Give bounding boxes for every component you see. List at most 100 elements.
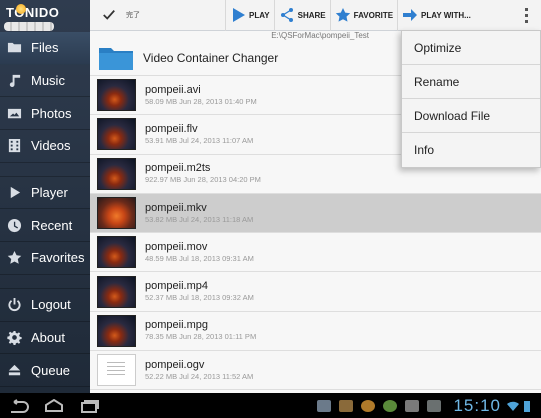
file-name: pompeii.mpg xyxy=(145,319,208,332)
file-info: 52.22 MB Jul 24, 2013 11:52 AM xyxy=(145,371,254,381)
video-thumbnail xyxy=(97,79,136,112)
logo-text: TONIDO xyxy=(6,5,60,20)
file-name: pompeii.avi xyxy=(145,83,201,96)
action-bar: 完了 PLAY SHARE FAVORITE PLAY WITH... xyxy=(90,0,541,31)
file-info: 58.09 MB Jun 28, 2013 01:40 PM xyxy=(145,96,257,106)
sidebar-item-label: Files xyxy=(31,40,59,56)
folder-icon xyxy=(6,40,22,56)
file-row[interactable]: pompeii.mp4 52.37 MB Jul 18, 2013 09:32 A… xyxy=(90,272,541,312)
overflow-dots-icon xyxy=(524,6,528,24)
checkmark-icon xyxy=(103,10,115,20)
share-icon xyxy=(280,8,293,22)
file-row[interactable]: pompeii.mpg 78.35 MB Jun 28, 2013 01:11 P… xyxy=(90,312,541,352)
favorite-button[interactable]: FAVORITE xyxy=(329,0,397,31)
music-icon xyxy=(6,73,22,89)
sidebar-item-files[interactable]: Files xyxy=(0,32,90,65)
masked-username xyxy=(4,22,54,31)
menu-item-optimize[interactable]: Optimize xyxy=(402,31,540,65)
recent-icon xyxy=(6,217,22,233)
overflow-menu-button[interactable] xyxy=(511,0,541,31)
video-thumbnail xyxy=(97,314,136,347)
sidebar-item-about[interactable]: About xyxy=(0,322,90,355)
sidebar-item-label: Music xyxy=(31,73,65,89)
power-icon xyxy=(6,297,22,313)
sd-card-icon xyxy=(427,399,442,412)
menu-item-info[interactable]: Info xyxy=(402,133,540,167)
sidebar-item-logout[interactable]: Logout xyxy=(0,289,90,322)
player-icon xyxy=(6,185,22,201)
logo-sun-icon xyxy=(16,4,26,14)
favorite-label: FAVORITE xyxy=(353,10,394,20)
arrow-right-icon xyxy=(403,9,418,21)
file-row[interactable]: pompeii.mov 48.59 MB Jul 18, 2013 09:31 A… xyxy=(90,233,541,273)
folder-label: Video Container Changer xyxy=(143,50,279,65)
done-button[interactable]: 完了 xyxy=(90,8,225,22)
file-info: 922.97 MB Jun 28, 2013 04:20 PM xyxy=(145,175,261,185)
video-thumbnail xyxy=(97,197,136,230)
file-info: 52.37 MB Jul 18, 2013 09:32 AM xyxy=(145,293,254,303)
clock: 15:10 xyxy=(453,395,501,415)
sidebar-item-music[interactable]: Music xyxy=(0,65,90,98)
sidebar-item-recent[interactable]: Recent xyxy=(0,209,90,243)
sidebar-item-favorites[interactable]: Favorites xyxy=(0,242,90,275)
file-info: 53.91 MB Jul 24, 2013 11:07 AM xyxy=(145,135,254,145)
sidebar-item-label: Queue xyxy=(31,362,71,378)
sidebar-item-player[interactable]: Player xyxy=(0,177,90,210)
overflow-popup-menu: Optimize Rename Download File Info xyxy=(401,30,541,168)
photos-icon xyxy=(6,105,22,121)
sidebar-item-photos[interactable]: Photos xyxy=(0,97,90,131)
queue-icon xyxy=(6,362,22,378)
sidebar-item-label: About xyxy=(31,329,65,345)
file-row-selected[interactable]: pompeii.mkv 53.82 MB Jul 24, 2013 11:18 A… xyxy=(90,193,541,234)
video-thumbnail xyxy=(97,236,136,269)
android-icon xyxy=(383,399,398,412)
gallery-icon xyxy=(339,399,354,412)
file-name: pompeii.mkv xyxy=(145,201,207,214)
play-icon xyxy=(233,8,245,22)
play-with-label: PLAY WITH... xyxy=(421,10,471,20)
sidebar-item-videos[interactable]: Videos xyxy=(0,130,90,163)
sidebar-divider xyxy=(0,163,90,177)
battery-icon xyxy=(524,400,530,412)
menu-item-rename[interactable]: Rename xyxy=(402,65,540,99)
recent-apps-icon xyxy=(81,399,99,413)
sidebar-item-label: Videos xyxy=(31,138,71,154)
file-name: pompeii.flv xyxy=(145,122,198,135)
video-thumbnail xyxy=(97,157,136,190)
file-info: 53.82 MB Jul 24, 2013 11:18 AM xyxy=(145,214,254,224)
done-label: 完了 xyxy=(126,12,140,19)
screenshot-icon xyxy=(317,399,332,412)
home-button[interactable] xyxy=(36,393,72,418)
star-icon xyxy=(6,250,22,266)
file-name: pompeii.m2ts xyxy=(145,162,211,175)
sidebar-item-label: Player xyxy=(31,185,68,201)
recent-apps-button[interactable] xyxy=(72,393,108,418)
sidebar-item-label: Favorites xyxy=(31,250,85,266)
menu-item-download-file[interactable]: Download File xyxy=(402,99,540,133)
back-icon xyxy=(11,398,29,413)
file-name: pompeii.mp4 xyxy=(145,280,208,293)
file-name: pompeii.ogv xyxy=(145,358,205,371)
app-logo: TONIDO xyxy=(0,0,90,32)
file-info: 78.35 MB Jun 28, 2013 01:11 PM xyxy=(145,332,257,342)
gear-icon xyxy=(6,329,22,345)
notification-icon xyxy=(361,399,376,412)
wifi-battery-status xyxy=(507,400,535,412)
play-with-button[interactable]: PLAY WITH... xyxy=(397,0,475,31)
wifi-icon xyxy=(507,401,519,411)
folder-icon xyxy=(99,47,133,70)
file-name: pompeii.mov xyxy=(145,240,208,253)
sidebar-item-queue[interactable]: Queue xyxy=(0,354,90,387)
file-info: 48.59 MB Jul 18, 2013 09:31 AM xyxy=(145,253,254,263)
play-button[interactable]: PLAY xyxy=(225,0,274,31)
sidebar-item-label: Logout xyxy=(31,297,71,313)
sidebar-divider xyxy=(0,275,90,289)
file-row[interactable]: pompeii.ogv 52.22 MB Jul 24, 2013 11:52 A… xyxy=(90,351,541,391)
share-button[interactable]: SHARE xyxy=(273,0,330,31)
document-icon xyxy=(97,354,136,387)
status-tray: 15:10 xyxy=(313,396,541,416)
camera-icon xyxy=(405,399,420,412)
system-navigation-bar: 15:10 xyxy=(0,393,541,418)
back-button[interactable] xyxy=(0,393,36,418)
screen: TONIDO Files Music Photos Videos Player … xyxy=(0,0,541,418)
